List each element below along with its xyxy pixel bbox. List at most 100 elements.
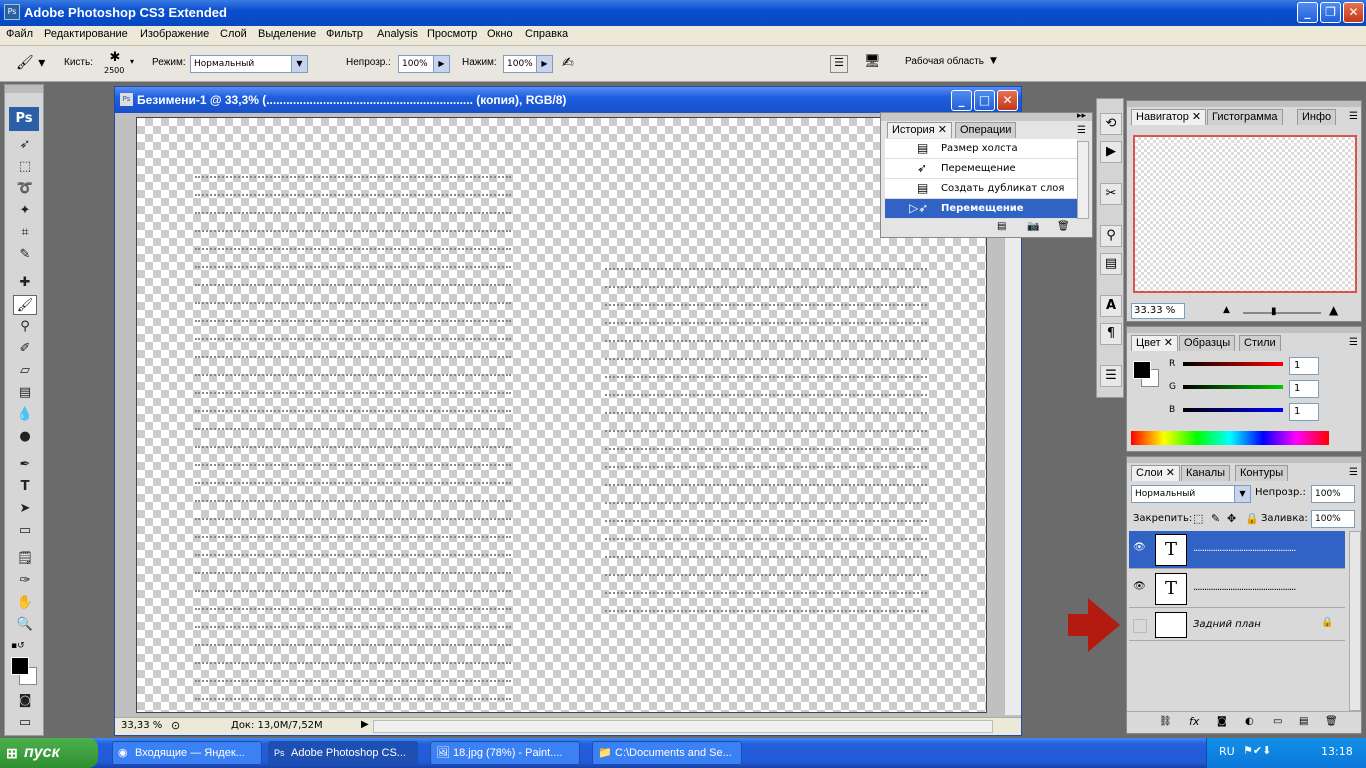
panel-grip[interactable] [1127,457,1361,463]
menu-analysis[interactable]: Analysis [377,28,418,40]
clone-stamp-icon[interactable]: ⚲ [13,317,37,337]
magic-wand-icon[interactable]: ✦ [13,201,37,221]
link-layers-icon[interactable]: ⛓ [1159,716,1172,727]
doc-close-button[interactable]: ✕ [997,90,1018,111]
notes-panel-icon[interactable]: ☰ [1100,365,1122,387]
menu-image[interactable]: Изображение [140,28,209,40]
layer-name[interactable]: ........................................… [1193,582,1296,593]
menu-edit[interactable]: Редактирование [44,28,128,40]
clone-source-icon[interactable]: ⚲ [1100,225,1122,247]
layer-name[interactable]: Задний план [1193,619,1261,630]
layer-row-background[interactable]: Задний план 🔒 [1129,609,1345,641]
tab-styles[interactable]: Стили [1239,335,1281,351]
tab-navigator[interactable]: Навигатор ✕ [1131,109,1207,125]
tab-layers[interactable]: Слои ✕ [1131,465,1181,481]
lock-all-icon[interactable]: 🔒 [1245,512,1259,525]
slice-tool-icon[interactable]: ✎ [13,245,37,265]
color-ramp[interactable] [1131,431,1329,445]
gradient-tool-icon[interactable]: ▤ [13,383,37,403]
start-button[interactable]: ⊞ пуск [0,738,98,768]
eraser-tool-icon[interactable]: ▱ [13,361,37,381]
opacity-input[interactable]: 100% ▶ [398,55,450,73]
new-group-icon[interactable]: ▭ [1273,716,1282,727]
menu-window[interactable]: Окно [487,28,513,40]
lock-pixels-icon[interactable]: ✎ [1211,512,1220,525]
g-value-input[interactable]: 1 [1289,380,1319,398]
tab-channels[interactable]: Каналы [1181,465,1231,481]
dodge-tool-icon[interactable]: ● [13,427,37,447]
tab-paths[interactable]: Контуры [1235,465,1289,481]
zoom-out-icon[interactable]: ▲ [1223,305,1230,315]
crop-tool-icon[interactable]: ⌗ [13,223,37,243]
delete-layer-icon[interactable]: 🗑 [1325,716,1338,727]
type-tool-icon[interactable]: T [13,477,37,497]
zoom-in-icon[interactable]: ▲ [1329,303,1338,317]
panel-grip[interactable] [1127,327,1361,333]
tray-icons[interactable]: ⚑✔⬇ [1243,744,1271,757]
brush-tool-icon[interactable]: 🖌 [13,295,37,315]
panel-grip[interactable] [1127,101,1361,107]
tab-color[interactable]: Цвет ✕ [1131,335,1178,351]
character-panel-icon[interactable]: A [1100,295,1122,317]
doc-minimize-button[interactable]: _ [951,90,972,111]
horizontal-scrollbar[interactable] [373,720,993,733]
brush-shape-icon[interactable]: ✱ [104,50,126,66]
zoom-level[interactable]: 33,33 % [121,720,162,731]
tab-actions[interactable]: Операции [955,122,1017,138]
canvas[interactable] [136,117,987,713]
layer-name[interactable]: ........................................… [1193,543,1296,554]
taskbar-item-browser[interactable]: ◉ Входящие — Яндек... [112,741,262,765]
history-item[interactable]: ▤ Размер холста [885,139,1077,159]
brushes-panel-icon[interactable]: ⟲ [1100,113,1122,135]
history-scrollbar[interactable] [1077,141,1089,219]
snapshot-icon[interactable]: 📷 [1027,221,1039,232]
paragraph-panel-icon[interactable]: ¶ [1100,323,1122,345]
taskbar-item-paint[interactable]: 🖼 18.jpg (78%) - Paint.... [430,741,580,765]
mode-select[interactable]: Нормальный ▼ [190,55,308,73]
move-tool-icon[interactable]: ➶ [13,135,37,155]
lasso-tool-icon[interactable]: ➰ [13,179,37,199]
b-slider[interactable] [1183,408,1283,412]
airbrush-icon[interactable]: ✍ [562,55,584,73]
r-slider[interactable] [1183,362,1283,366]
workspace-dropdown-icon[interactable]: ▼ [990,56,997,66]
tab-history[interactable]: История ✕ [887,122,952,138]
shape-tool-icon[interactable]: ▭ [13,521,37,541]
eye-visibility-icon[interactable]: 👁 [1133,581,1146,592]
status-info-icon[interactable]: ⊙ [171,719,180,732]
hand-tool-icon[interactable]: ✋ [13,593,37,613]
flow-input[interactable]: 100% ▶ [503,55,553,73]
minimize-button[interactable]: _ [1297,2,1318,23]
taskbar-item-photoshop[interactable]: Ps Adobe Photoshop CS... [268,741,418,765]
foreground-color-swatch[interactable] [1133,361,1151,379]
new-document-icon[interactable]: ▤ [997,221,1006,232]
menu-filter[interactable]: Фильтр [326,28,363,40]
collapse-panel-icon[interactable]: ▸▸ [1077,111,1086,121]
new-layer-icon[interactable]: ▤ [1299,716,1308,727]
panel-menu-icon[interactable]: ☰ [1349,111,1358,122]
layer-opacity-input[interactable]: 100% [1311,485,1355,503]
close-button[interactable]: ✕ [1343,2,1364,23]
layer-row-selected[interactable]: 👁 T ....................................… [1129,531,1345,569]
workspace-button[interactable]: Рабочая область [905,56,984,67]
healing-brush-icon[interactable]: ✚ [13,273,37,293]
history-item-selected[interactable]: ▷➶ Перемещение [885,199,1077,219]
tool-presets-icon[interactable]: ✂ [1100,183,1122,205]
notes-tool-icon[interactable]: 🗒 [13,549,37,569]
zoom-tool-icon[interactable]: 🔍 [13,615,37,635]
screen-mode-icon[interactable]: ▭ [13,713,37,733]
brush-preset-icon[interactable]: 🖌 ▾ [16,55,52,73]
lock-transparency-icon[interactable]: ⬚ [1193,512,1203,525]
eye-visibility-icon[interactable]: 👁 [1133,542,1146,553]
navigator-preview[interactable] [1133,135,1357,293]
palette-well-icon[interactable]: ☰ [830,55,848,73]
history-brush-icon[interactable]: ✐ [13,339,37,359]
pen-tool-icon[interactable]: ✒ [13,455,37,475]
marquee-tool-icon[interactable]: ⬚ [13,157,37,177]
status-menu-icon[interactable]: ▶ [361,719,369,730]
panel-menu-icon[interactable]: ☰ [1349,467,1358,478]
panel-menu-icon[interactable]: ☰ [1349,337,1358,348]
path-selection-icon[interactable]: ➤ [13,499,37,519]
blend-mode-select[interactable]: Нормальный ▼ [1131,485,1251,503]
document-title-bar[interactable]: Ps Безимени-1 @ 33,3% (.................… [115,87,1021,113]
